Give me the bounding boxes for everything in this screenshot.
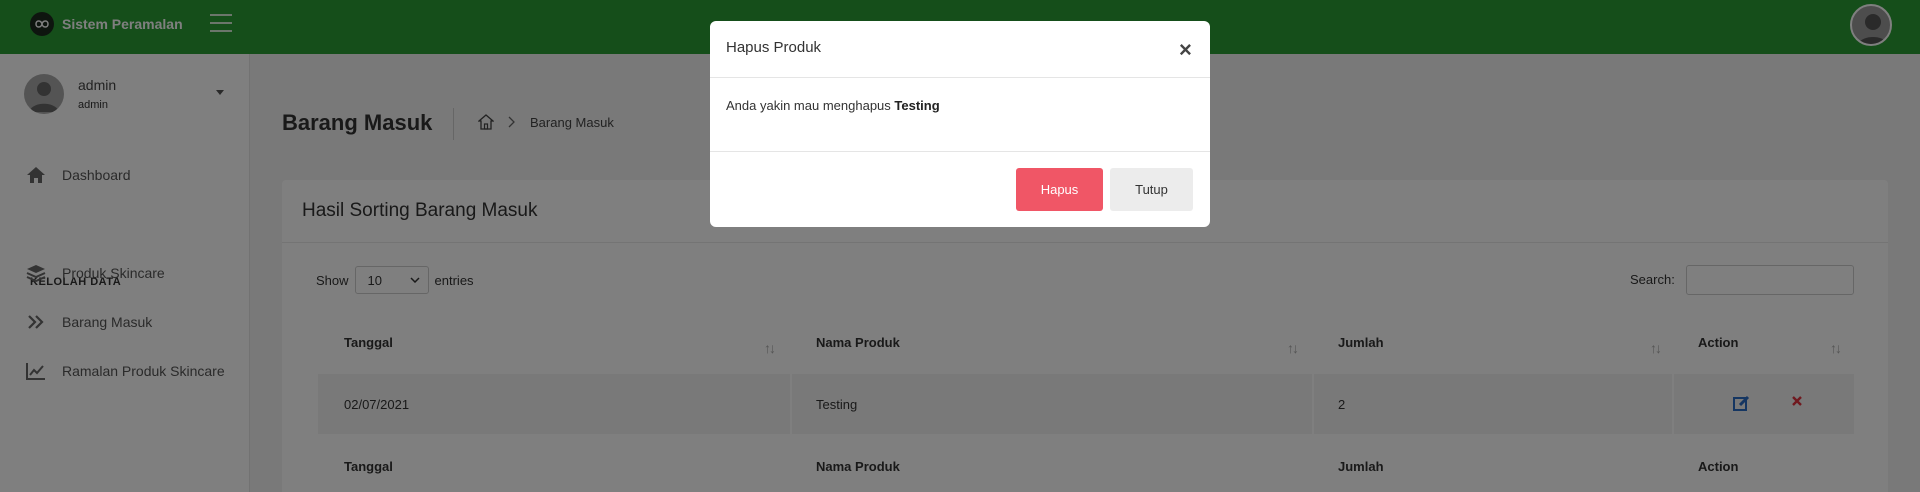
modal-message: Anda yakin mau menghapus Testing xyxy=(726,98,940,113)
modal-message-text: Anda yakin mau menghapus xyxy=(726,98,891,113)
modal-message-item: Testing xyxy=(894,98,940,113)
close-button[interactable]: Tutup xyxy=(1110,168,1193,211)
delete-confirm-modal: Hapus Produk × Anda yakin mau menghapus … xyxy=(710,21,1210,227)
modal-title: Hapus Produk xyxy=(726,39,822,56)
confirm-delete-button[interactable]: Hapus xyxy=(1016,168,1103,211)
close-icon[interactable]: × xyxy=(1179,39,1192,61)
